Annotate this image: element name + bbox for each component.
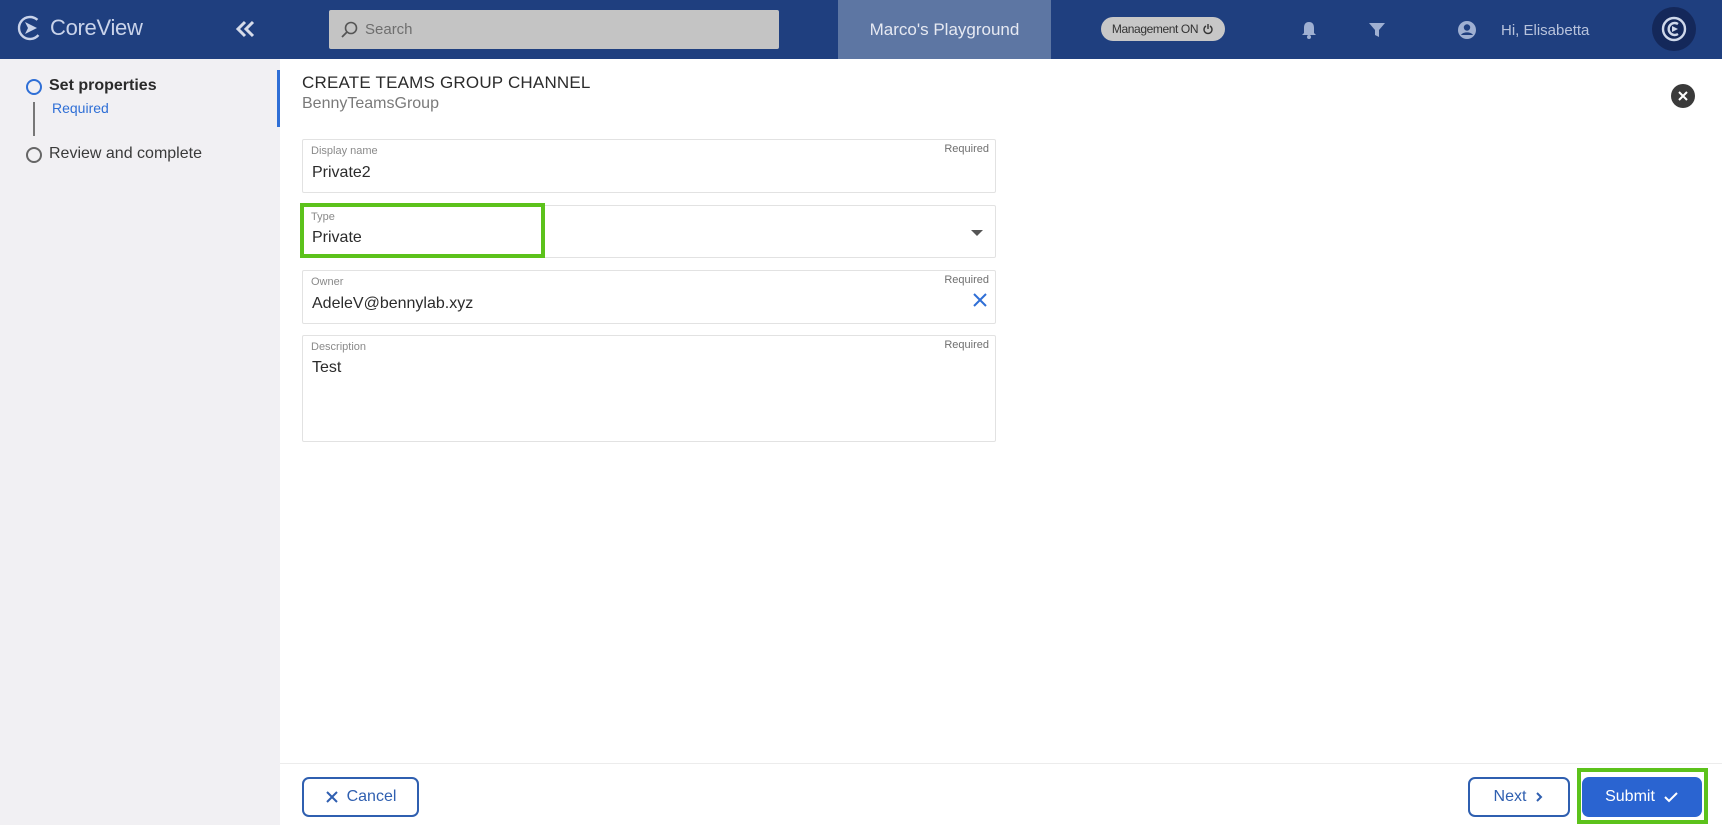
- field-label: Display name: [311, 145, 378, 157]
- step-indicator-icon: [26, 79, 42, 95]
- coreview-logo-icon: [17, 15, 43, 41]
- chevron-down-icon[interactable]: [971, 230, 983, 236]
- step-label: Review and complete: [49, 145, 202, 162]
- type-select[interactable]: Type Private: [302, 205, 996, 258]
- required-label: Required: [944, 143, 989, 155]
- step-review-complete[interactable]: Review and complete: [26, 145, 202, 163]
- clear-icon[interactable]: [971, 291, 989, 309]
- field-label: Description: [311, 341, 367, 353]
- cancel-label: Cancel: [346, 788, 397, 805]
- next-label: Next: [1493, 788, 1527, 805]
- search-input[interactable]: [365, 21, 745, 38]
- step-required-label: Required: [52, 100, 109, 116]
- step-set-properties[interactable]: Set properties: [26, 77, 157, 95]
- top-bar: CoreView Marco's Playground Management O…: [0, 0, 1722, 59]
- type-value[interactable]: Private: [312, 229, 362, 247]
- app-name: CoreView: [50, 15, 143, 40]
- management-toggle[interactable]: Management ON: [1101, 17, 1225, 41]
- field-label: Type: [311, 211, 335, 223]
- step-indicator-icon: [26, 147, 42, 163]
- required-label: Required: [944, 274, 989, 286]
- step-label: Set properties: [49, 77, 157, 94]
- tenant-selector[interactable]: Marco's Playground: [838, 0, 1051, 59]
- submit-label: Submit: [1605, 788, 1655, 805]
- app-logo[interactable]: CoreView: [16, 14, 143, 42]
- required-label: Required: [944, 339, 989, 351]
- step-connector: [33, 102, 35, 136]
- next-button[interactable]: Next: [1468, 777, 1570, 817]
- chevron-right-icon: [1536, 792, 1543, 802]
- owner-field[interactable]: Owner Required AdeleV@bennylab.xyz: [302, 270, 996, 324]
- close-button[interactable]: [1671, 84, 1695, 108]
- bell-icon[interactable]: [1298, 19, 1320, 41]
- display-name-field[interactable]: Display name Required Private2: [302, 139, 996, 193]
- cancel-button[interactable]: Cancel: [302, 777, 419, 817]
- owner-value[interactable]: AdeleV@bennylab.xyz: [312, 295, 473, 313]
- description-value[interactable]: Test: [312, 359, 341, 377]
- active-section-marker: [277, 70, 280, 127]
- wizard-sidebar: Set properties Required Review and compl…: [0, 59, 280, 825]
- page-subtitle: BennyTeamsGroup: [302, 95, 439, 112]
- user-circle-icon[interactable]: [1456, 19, 1478, 41]
- power-icon: [1203, 24, 1213, 35]
- close-icon: [325, 791, 338, 803]
- search-icon: [341, 21, 358, 38]
- submit-button[interactable]: Submit: [1582, 777, 1702, 817]
- collapse-sidebar-icon[interactable]: [232, 16, 258, 42]
- global-search[interactable]: [329, 10, 779, 49]
- page-title: CREATE TEAMS GROUP CHANNEL: [302, 73, 591, 92]
- user-avatar[interactable]: [1652, 7, 1696, 51]
- checkmark-icon: [1664, 792, 1678, 803]
- display-name-value[interactable]: Private2: [312, 164, 371, 182]
- description-field[interactable]: Description Required Test: [302, 335, 996, 442]
- filter-icon[interactable]: [1366, 19, 1388, 41]
- management-label: Management ON: [1111, 22, 1199, 36]
- user-greeting[interactable]: Hi, Elisabetta: [1501, 22, 1589, 39]
- field-label: Owner: [311, 276, 344, 288]
- avatar-logo-icon: [1661, 16, 1687, 42]
- footer-divider: [280, 763, 1722, 764]
- close-icon: [1678, 91, 1688, 101]
